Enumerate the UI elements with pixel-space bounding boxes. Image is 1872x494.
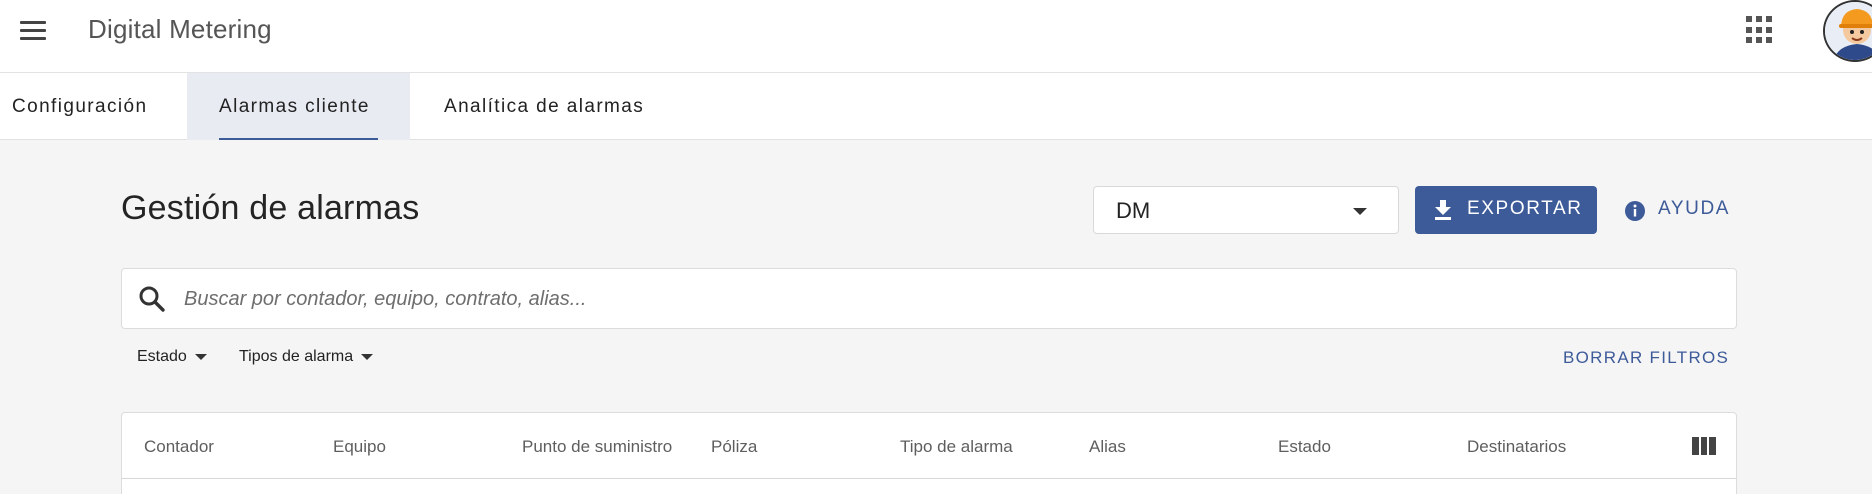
status-filter-label: Estado	[137, 348, 187, 365]
chevron-down-icon	[361, 353, 374, 360]
alarm-types-filter-label: Tipos de alarma	[239, 348, 354, 365]
column-header-poliza[interactable]: Póliza	[711, 437, 757, 457]
column-header-destinatarios[interactable]: Destinatarios	[1467, 437, 1566, 457]
chevron-down-icon	[1353, 208, 1367, 215]
info-icon	[1625, 201, 1645, 221]
column-header-contador[interactable]: Contador	[144, 437, 214, 457]
chevron-down-icon	[194, 353, 207, 360]
organization-select[interactable]: DM	[1093, 186, 1399, 234]
search-icon	[139, 286, 165, 312]
tab-label: Configuración	[12, 96, 148, 117]
user-avatar[interactable]	[1823, 0, 1872, 62]
column-header-punto-de-suministro[interactable]: Punto de suministro	[522, 437, 672, 457]
column-header-estado[interactable]: Estado	[1278, 437, 1331, 457]
apps-grid-icon[interactable]	[1746, 16, 1774, 44]
alarm-types-filter-dropdown[interactable]: Tipos de alarma	[239, 348, 374, 372]
help-button[interactable]: AYUDA	[1620, 186, 1730, 234]
column-header-equipo[interactable]: Equipo	[333, 437, 386, 457]
active-tab-indicator	[219, 138, 378, 140]
tab-analitica-de-alarmas[interactable]: Analítica de alarmas	[410, 73, 675, 140]
table-header-row: Contador Equipo Punto de suministro Póli…	[122, 413, 1736, 479]
columns-toggle-icon[interactable]	[1692, 437, 1717, 455]
search-bar	[121, 268, 1737, 329]
search-input[interactable]	[184, 279, 1714, 319]
page-title: Gestión de alarmas	[121, 189, 420, 227]
top-app-bar: Digital Metering	[0, 0, 1872, 73]
clear-filters-button[interactable]: BORRAR FILTROS	[1563, 348, 1729, 368]
tab-label: Analítica de alarmas	[444, 96, 645, 117]
tab-bar: Configuración Alarmas cliente Analítica …	[0, 73, 1872, 140]
avatar-illustration-icon	[1825, 2, 1872, 60]
export-button-label: EXPORTAR	[1467, 198, 1583, 219]
help-button-label: AYUDA	[1658, 198, 1731, 219]
download-icon	[1435, 200, 1451, 220]
export-button[interactable]: EXPORTAR	[1415, 186, 1597, 234]
app-title: Digital Metering	[88, 14, 272, 44]
column-header-tipo-de-alarma[interactable]: Tipo de alarma	[900, 437, 1013, 457]
hamburger-menu-icon[interactable]	[14, 14, 54, 46]
alarms-table: Contador Equipo Punto de suministro Póli…	[121, 412, 1737, 494]
column-header-alias[interactable]: Alias	[1089, 437, 1126, 457]
tab-label: Alarmas cliente	[219, 96, 370, 117]
status-filter-dropdown[interactable]: Estado	[137, 348, 207, 372]
select-value: DM	[1116, 198, 1151, 223]
tab-alarmas-cliente[interactable]: Alarmas cliente	[187, 73, 410, 140]
tab-configuracion[interactable]: Configuración	[0, 73, 182, 140]
